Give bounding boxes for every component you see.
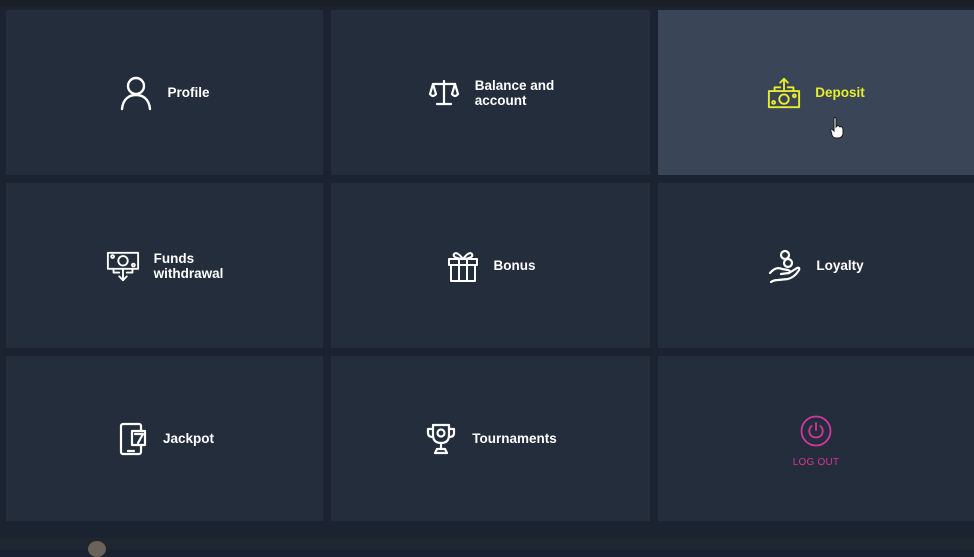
loyalty-tile-content: Loyalty [768, 249, 864, 283]
tournaments-label: Tournaments [472, 431, 557, 446]
funds-withdrawal-tile[interactable]: Funds withdrawal [6, 183, 323, 348]
deposit-tile-content: Deposit [767, 76, 865, 110]
funds-withdrawal-tile-content: Funds withdrawal [106, 249, 224, 283]
funds-withdrawal-label: Funds withdrawal [153, 250, 224, 281]
balance-account-tile-content: Balance and account [427, 76, 555, 110]
bonus-label: Bonus [493, 258, 536, 273]
logout-tile[interactable]: LOG OUT [658, 356, 974, 521]
profile-label: Profile [167, 85, 210, 100]
bonus-tile-content: Bonus [446, 249, 536, 283]
balance-account-label: Balance and account [474, 77, 555, 108]
trophy-icon [424, 422, 458, 456]
jackpot-tile[interactable]: Jackpot [6, 356, 323, 521]
top-strip [0, 0, 974, 7]
hand-coins-icon [768, 249, 802, 283]
power-icon [800, 415, 832, 447]
scales-icon [427, 76, 461, 110]
bottom-bar [0, 538, 974, 549]
menu-screen: Profile Balance and account Deposit Fund… [0, 0, 974, 557]
bonus-tile[interactable]: Bonus [331, 183, 650, 348]
hand-cursor-icon [830, 117, 844, 139]
tournaments-tile-content: Tournaments [424, 422, 557, 456]
profile-tile-content: Profile [119, 76, 210, 110]
logout-content: LOG OUT [793, 415, 839, 470]
withdraw-money-icon [106, 249, 140, 283]
deposit-label: Deposit [815, 85, 865, 100]
deposit-tile[interactable]: Deposit [658, 10, 974, 175]
phone-seven-icon [115, 422, 149, 456]
jackpot-tile-content: Jackpot [115, 422, 214, 456]
profile-tile[interactable]: Profile [6, 10, 323, 175]
logout-label: LOG OUT [792, 457, 840, 468]
jackpot-label: Jackpot [162, 431, 215, 446]
balance-account-tile[interactable]: Balance and account [331, 10, 650, 175]
deposit-money-icon [767, 76, 801, 110]
menu-grid: Profile Balance and account Deposit Fund… [6, 10, 974, 538]
loyalty-label: Loyalty [816, 258, 864, 273]
loyalty-tile[interactable]: Loyalty [658, 183, 974, 348]
avatar [88, 541, 106, 557]
gift-icon [446, 249, 480, 283]
user-icon [119, 76, 153, 110]
tournaments-tile[interactable]: Tournaments [331, 356, 650, 521]
